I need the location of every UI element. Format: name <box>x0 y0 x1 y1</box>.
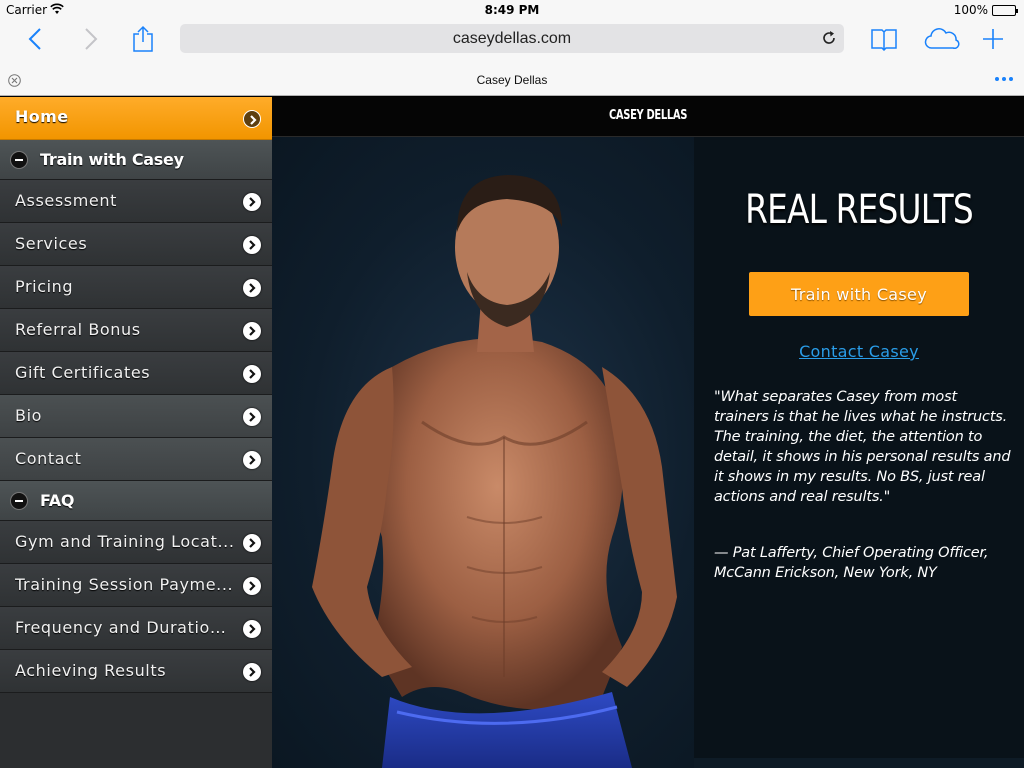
sidebar-item-label: Training Session Payme... <box>15 575 234 594</box>
section-header-train-with-casey[interactable]: Train with Casey <box>0 140 272 180</box>
section-header-faq[interactable]: FAQ <box>0 481 272 521</box>
battery-percentage: 100% <box>953 3 988 17</box>
sidebar-item-label: Bio <box>15 406 43 425</box>
contact-casey-link[interactable]: Contact Casey <box>694 342 1024 361</box>
browser-toolbar: caseydellas.com <box>0 20 1024 60</box>
back-icon[interactable] <box>20 24 50 54</box>
sidebar-item-assessment[interactable]: Assessment <box>0 180 272 223</box>
sidebar-item-label: Assessment <box>15 191 117 210</box>
main-content: CASEY DELLAS REAL RESULTS Train with Cas… <box>272 97 1024 768</box>
sidebar-nav: Home Train with Casey Assessment Service… <box>0 97 272 768</box>
sidebar-item-label: Home <box>15 107 69 126</box>
sidebar-item-achieving-results[interactable]: Achieving Results <box>0 650 272 693</box>
testimonial-quote: "What separates Casey from most trainers… <box>714 387 1014 507</box>
site-title[interactable]: CASEY DELLAS <box>328 108 967 123</box>
quote-text: The training, the diet, the attention to… <box>714 429 1011 505</box>
sidebar-item-label: Services <box>15 234 88 253</box>
sidebar-item-gift-certificates[interactable]: Gift Certificates <box>0 352 272 395</box>
chevron-right-icon <box>243 193 261 211</box>
quote-text: "What separates Casey from most trainers… <box>714 389 1008 425</box>
sidebar-item-bio[interactable]: Bio <box>0 395 272 438</box>
status-bar: Carrier 8:49 PM 100% <box>0 0 1024 20</box>
collapse-icon <box>10 492 28 510</box>
results-panel: REAL RESULTS Train with Casey Contact Ca… <box>694 137 1024 758</box>
tab-bar: Casey Dellas <box>0 60 1024 96</box>
headline: REAL RESULTS <box>745 187 974 233</box>
chevron-right-icon <box>243 322 261 340</box>
trainer-photo <box>312 175 677 768</box>
bookmarks-icon[interactable] <box>869 24 899 54</box>
chevron-right-icon <box>243 279 261 297</box>
sidebar-item-label: Achieving Results <box>15 661 167 680</box>
train-with-casey-button[interactable]: Train with Casey <box>749 272 969 316</box>
collapse-icon <box>10 151 28 169</box>
chevron-right-icon <box>243 577 261 595</box>
sidebar-item-home[interactable]: Home <box>0 97 272 140</box>
sidebar-item-label: Gift Certificates <box>15 363 151 382</box>
chevron-right-icon <box>243 408 261 426</box>
section-header-label: FAQ <box>40 491 75 510</box>
testimonial-attribution: — Pat Lafferty, Chief Operating Officer,… <box>714 545 989 581</box>
sidebar-item-referral-bonus[interactable]: Referral Bonus <box>0 309 272 352</box>
clock: 8:49 PM <box>484 3 540 17</box>
sidebar-item-frequency-duration[interactable]: Frequency and Duration... <box>0 607 272 650</box>
chevron-right-icon <box>243 663 261 681</box>
address-bar[interactable]: caseydellas.com <box>180 24 844 53</box>
url-text: caseydellas.com <box>452 30 572 47</box>
sidebar-item-contact[interactable]: Contact <box>0 438 272 481</box>
sidebar-item-label: Contact <box>15 449 82 468</box>
chevron-right-icon <box>243 236 261 254</box>
forward-icon[interactable] <box>76 24 106 54</box>
sidebar-item-gym-locations[interactable]: Gym and Training Locat... <box>0 521 272 564</box>
sidebar-item-pricing[interactable]: Pricing <box>0 266 272 309</box>
reload-icon[interactable] <box>820 29 838 47</box>
sidebar-item-label: Frequency and Duration... <box>15 618 235 637</box>
sidebar-item-label: Referral Bonus <box>15 320 141 339</box>
chevron-right-icon <box>243 534 261 552</box>
sidebar-item-label: Gym and Training Locat... <box>15 532 235 551</box>
chevron-right-icon <box>243 620 261 638</box>
tab-title[interactable]: Casey Dellas <box>0 73 1024 87</box>
chevron-right-icon <box>243 110 261 128</box>
battery-icon <box>992 5 1018 16</box>
more-icon[interactable] <box>994 76 1014 82</box>
sidebar-item-services[interactable]: Services <box>0 223 272 266</box>
chevron-right-icon <box>243 451 261 469</box>
section-header-label: Train with Casey <box>40 150 184 169</box>
site-header: CASEY DELLAS <box>272 97 1024 137</box>
hero-image <box>272 137 694 768</box>
cloud-tabs-icon[interactable] <box>924 24 960 54</box>
sidebar-item-session-payment[interactable]: Training Session Payme... <box>0 564 272 607</box>
sidebar-item-label: Pricing <box>15 277 74 296</box>
new-tab-icon[interactable] <box>978 24 1008 54</box>
chevron-right-icon <box>243 365 261 383</box>
share-icon[interactable] <box>128 24 158 54</box>
